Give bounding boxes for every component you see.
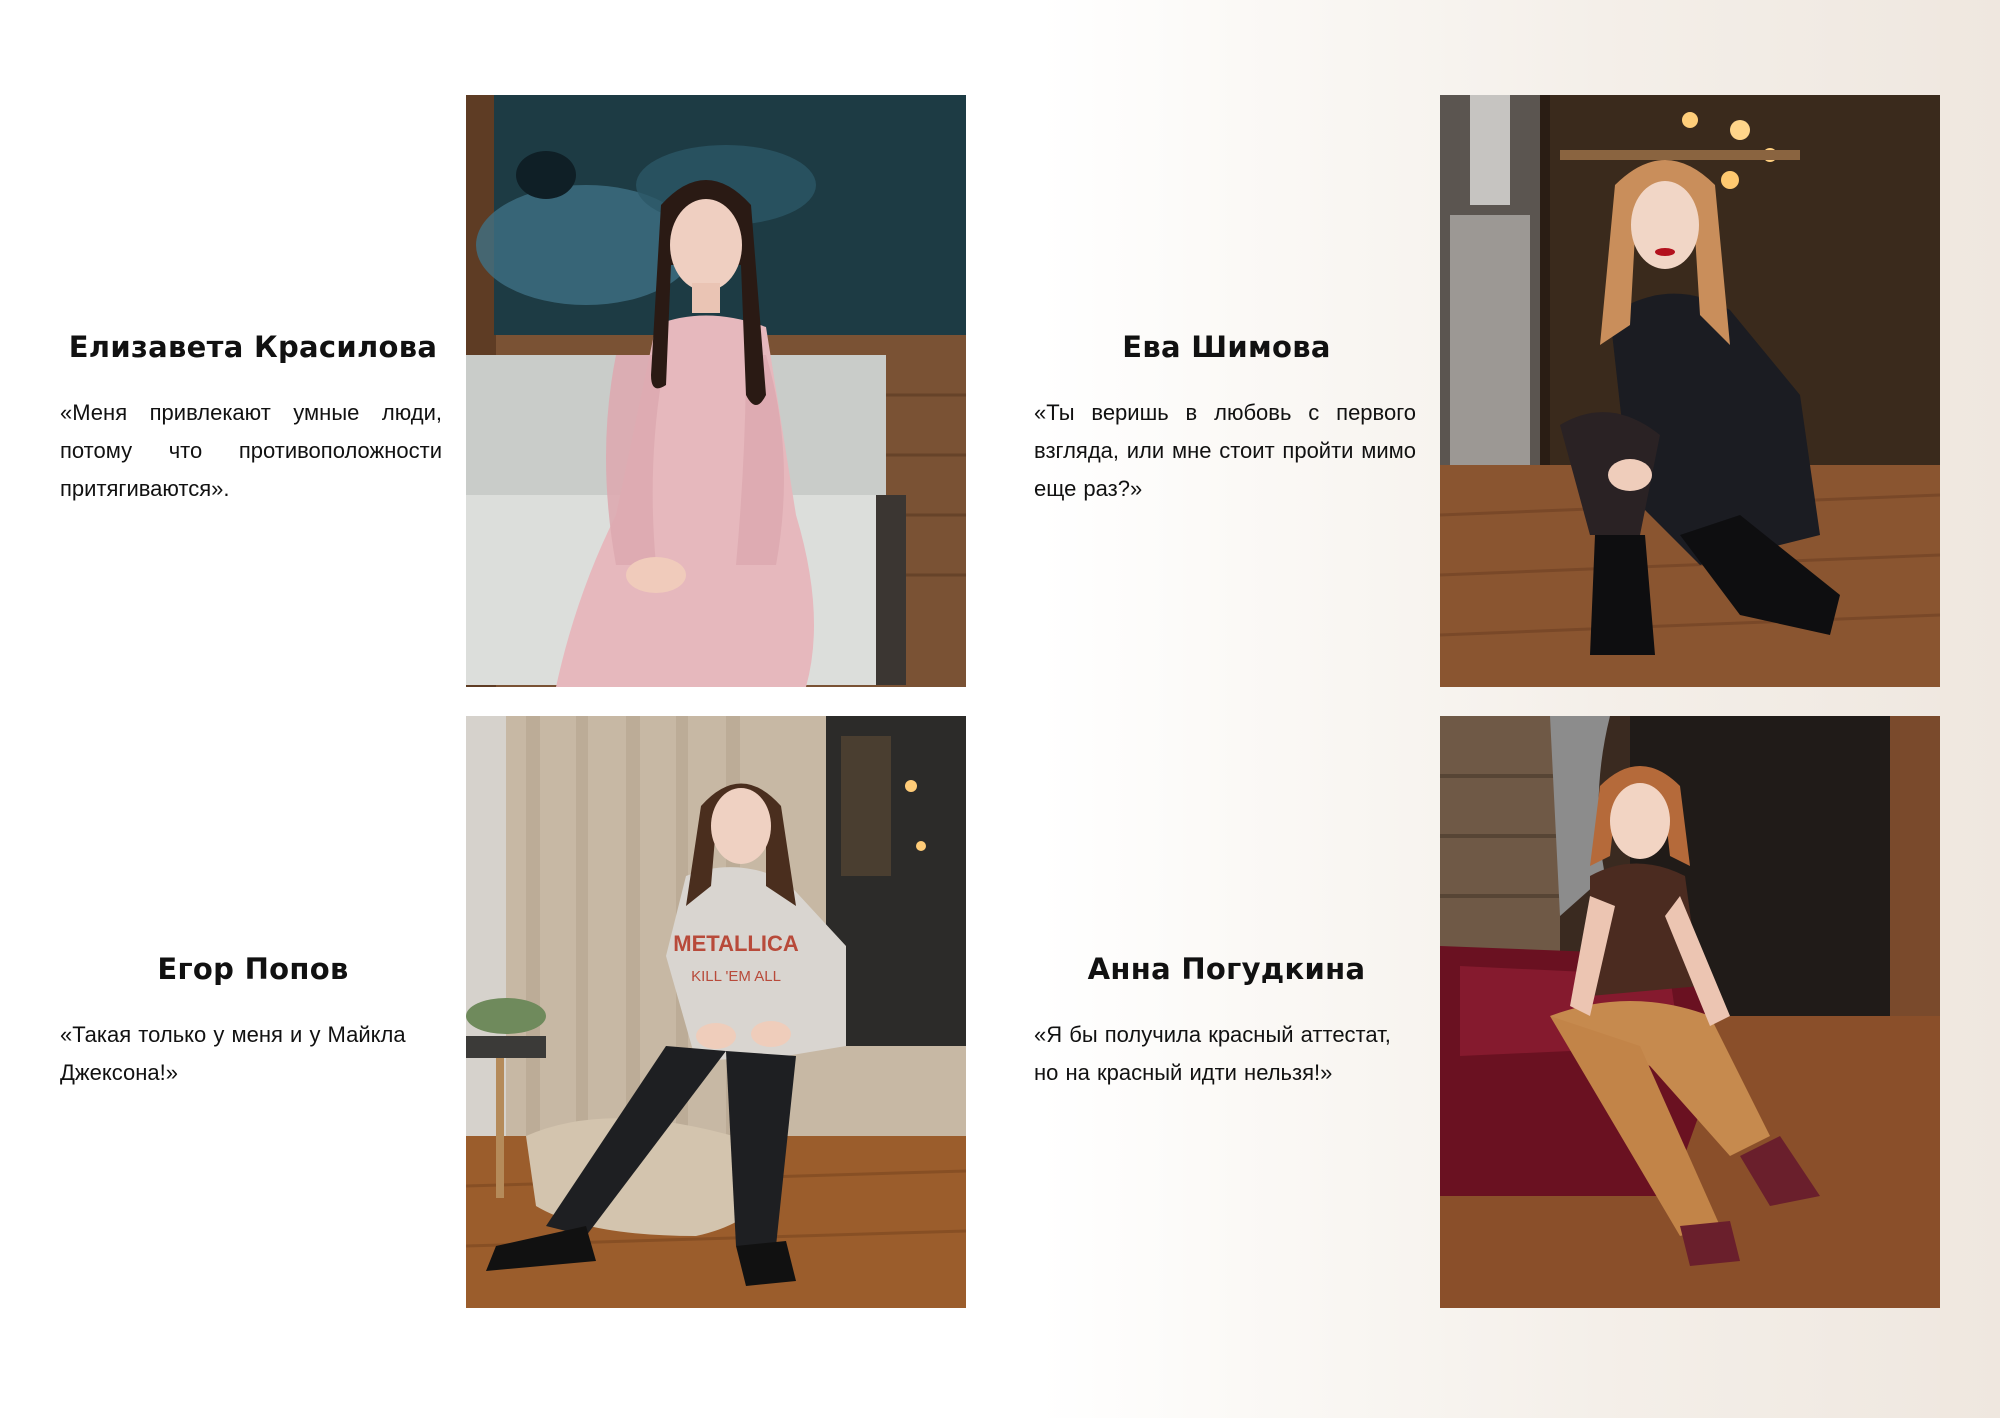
profile-quote-3: «Такая только у меня и у Майкла Джексона…: [60, 1022, 406, 1085]
profile-name-2: Ева Шимова: [1122, 330, 1331, 364]
profile-photo-4: [1440, 716, 1940, 1308]
profile-photo-2: [1440, 95, 1940, 687]
profile-quote-1: «Меня привлекают умные люди, потому что …: [60, 400, 442, 501]
profile-name-3: Егор Попов: [157, 952, 349, 986]
portrait-photo-icon: [1440, 716, 1940, 1308]
profile-name-1: Елизавета Красилова: [68, 330, 438, 364]
profile-photo-3: METALLICA KILL 'EM ALL: [466, 716, 966, 1308]
profile-name-4: Анна Погудкина: [1087, 952, 1366, 986]
profile-photo-1: [466, 95, 966, 687]
portrait-photo-icon: [466, 95, 966, 687]
hoodie-logo-text: METALLICA: [673, 931, 799, 956]
portrait-photo-icon: [1440, 95, 1940, 687]
profile-quote-4: «Я бы получила красный аттестат, но на к…: [1034, 1022, 1391, 1085]
hoodie-slogan-text: KILL 'EM ALL: [691, 968, 781, 985]
profile-quote-2: «Ты веришь в любовь с первого взгляда, и…: [1034, 400, 1416, 501]
portrait-photo-icon: METALLICA KILL 'EM ALL: [466, 716, 966, 1308]
